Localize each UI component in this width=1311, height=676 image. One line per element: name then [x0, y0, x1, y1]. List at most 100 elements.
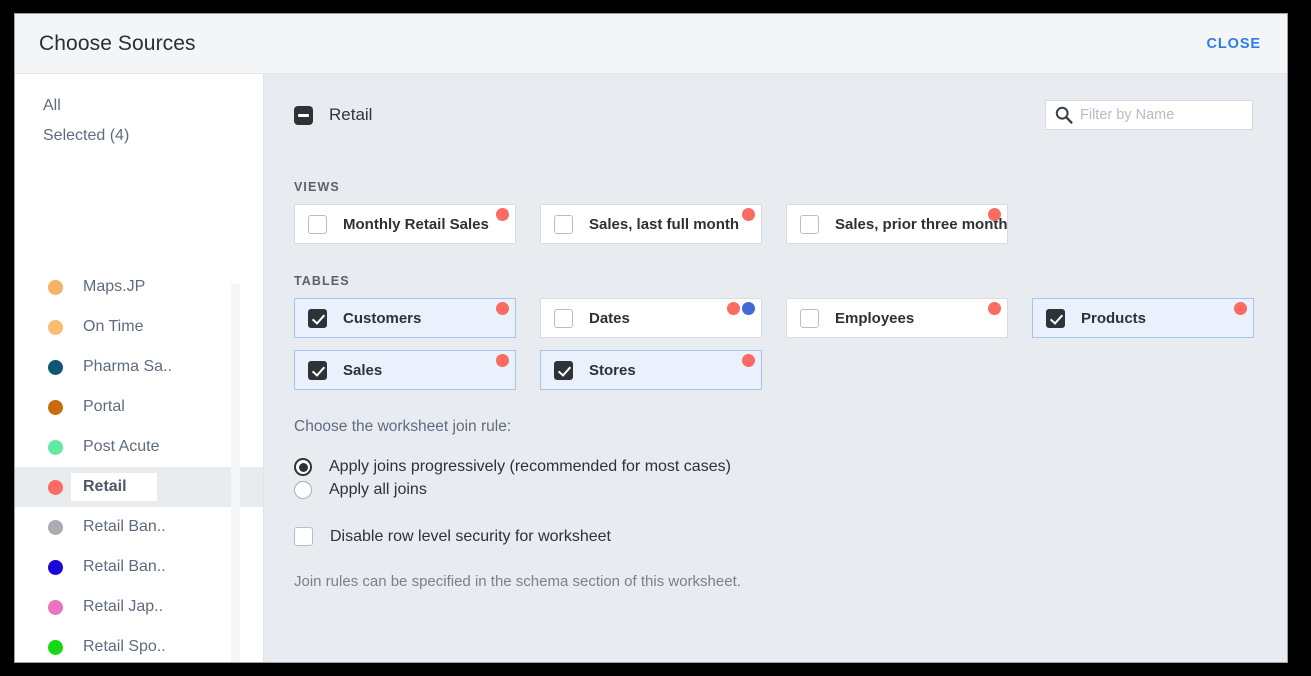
card-checkbox[interactable] — [800, 215, 819, 234]
sidebar-item-maps-jp[interactable]: Maps.JP — [15, 267, 263, 307]
card-source-dots — [1234, 302, 1247, 315]
join-option-all[interactable]: Apply all joins — [294, 481, 1287, 499]
source-color-dot — [48, 400, 63, 415]
card-checkbox[interactable] — [308, 215, 327, 234]
card-source-dots — [742, 208, 755, 221]
sidebar-item-retail-ban[interactable]: Retail Ban.. — [15, 507, 263, 547]
card-source-dots — [496, 354, 509, 367]
join-option-progressive-label: Apply joins progressively (recommended f… — [329, 458, 731, 476]
filter-box — [1045, 100, 1253, 130]
card-label: Products — [1081, 310, 1146, 327]
card-label: Customers — [343, 310, 421, 327]
views-section-label: VIEWS — [294, 180, 1287, 194]
view-card[interactable]: Monthly Retail Sales — [294, 204, 516, 244]
source-color-dot — [988, 208, 1001, 221]
source-color-dot — [742, 302, 755, 315]
source-color-dot — [742, 354, 755, 367]
disable-rls-checkbox[interactable] — [294, 527, 313, 546]
view-card[interactable]: Sales, prior three months — [786, 204, 1008, 244]
source-color-dot — [496, 302, 509, 315]
source-color-dot — [742, 208, 755, 221]
table-card[interactable]: Stores — [540, 350, 762, 390]
sidebar-item-label: Portal — [83, 398, 125, 416]
radio-all-joins[interactable] — [294, 481, 312, 499]
database-checkbox-indeterminate[interactable] — [294, 106, 313, 125]
source-color-dot — [48, 560, 63, 575]
source-color-dot — [988, 302, 1001, 315]
card-source-dots — [742, 354, 755, 367]
disable-rls-row[interactable]: Disable row level security for worksheet — [294, 527, 1287, 546]
sidebar-item-label: Retail Jap.. — [83, 598, 163, 616]
source-color-dot — [496, 208, 509, 221]
sidebar-item-portal[interactable]: Portal — [15, 387, 263, 427]
filter-input[interactable] — [1078, 101, 1248, 129]
source-color-dot — [727, 302, 740, 315]
card-label: Stores — [589, 362, 636, 379]
source-list: Maps.JP On Time Pharma Sa.. Portal Post Acut… — [15, 267, 263, 662]
source-color-dot — [48, 640, 63, 655]
table-card[interactable]: Products — [1032, 298, 1254, 338]
sidebar-item-label: Retail — [71, 473, 157, 501]
source-color-dot — [48, 360, 63, 375]
sidebar-item-label: Pharma Sa.. — [83, 358, 172, 376]
card-label: Sales, prior three months — [835, 216, 1008, 233]
disable-rls-label: Disable row level security for worksheet — [330, 528, 611, 546]
sources-main-panel: Retail VIEWS Monthly Retail Sales Sales, … — [263, 74, 1287, 662]
source-color-dot — [48, 520, 63, 535]
sidebar-item-on-time[interactable]: On Time — [15, 307, 263, 347]
join-rules-note: Join rules can be specified in the schem… — [294, 573, 1287, 590]
card-checkbox[interactable] — [1046, 309, 1065, 328]
sidebar-item-retail-spo[interactable]: Retail Spo.. — [15, 627, 263, 662]
card-checkbox[interactable] — [800, 309, 819, 328]
sidebar-item-post-acute[interactable]: Post Acute — [15, 427, 263, 467]
table-card[interactable]: Employees — [786, 298, 1008, 338]
table-card[interactable]: Customers — [294, 298, 516, 338]
source-color-dot — [1234, 302, 1247, 315]
dialog-body: All Selected (4) Maps.JP On Time Pharma Sa… — [15, 74, 1287, 662]
database-header[interactable]: Retail — [294, 105, 372, 125]
source-color-dot — [48, 280, 63, 295]
card-source-dots — [496, 208, 509, 221]
source-color-dot — [48, 600, 63, 615]
card-label: Monthly Retail Sales — [343, 216, 489, 233]
search-icon — [1054, 105, 1074, 125]
sidebar-scrollbar-track[interactable] — [231, 284, 240, 662]
view-card[interactable]: Sales, last full month — [540, 204, 762, 244]
card-source-dots — [988, 302, 1001, 315]
sidebar-item-label: Retail Ban.. — [83, 558, 166, 576]
table-card[interactable]: Dates — [540, 298, 762, 338]
join-option-all-label: Apply all joins — [329, 481, 427, 499]
sources-sidebar: All Selected (4) Maps.JP On Time Pharma Sa… — [15, 74, 263, 662]
page-title: Choose Sources — [39, 32, 196, 56]
card-checkbox[interactable] — [308, 309, 327, 328]
sidebar-item-retail[interactable]: Retail — [15, 467, 263, 507]
source-color-dot — [48, 320, 63, 335]
card-label: Dates — [589, 310, 630, 327]
sidebar-item-retail-jap[interactable]: Retail Jap.. — [15, 587, 263, 627]
source-color-dot — [48, 480, 63, 495]
sidebar-filter-all[interactable]: All — [15, 97, 263, 115]
tables-section-label: TABLES — [294, 274, 1287, 288]
card-checkbox[interactable] — [554, 309, 573, 328]
table-card[interactable]: Sales — [294, 350, 516, 390]
sidebar-item-label: On Time — [83, 318, 143, 336]
sidebar-item-retail-ban[interactable]: Retail Ban.. — [15, 547, 263, 587]
choose-sources-dialog: Choose Sources CLOSE All Selected (4) Ma… — [14, 13, 1288, 663]
card-label: Sales, last full month — [589, 216, 739, 233]
sidebar-item-pharma-sa[interactable]: Pharma Sa.. — [15, 347, 263, 387]
card-checkbox[interactable] — [308, 361, 327, 380]
views-card-grid: Monthly Retail Sales Sales, last full mon… — [294, 204, 1287, 244]
sidebar-filter-selected[interactable]: Selected (4) — [15, 127, 263, 145]
radio-progressive[interactable] — [294, 458, 312, 476]
close-button[interactable]: CLOSE — [1207, 36, 1261, 52]
join-option-progressive[interactable]: Apply joins progressively (recommended f… — [294, 458, 1287, 476]
source-color-dot — [496, 354, 509, 367]
dialog-header: Choose Sources CLOSE — [15, 14, 1287, 74]
source-color-dot — [48, 440, 63, 455]
sidebar-item-label: Retail Ban.. — [83, 518, 166, 536]
card-checkbox[interactable] — [554, 361, 573, 380]
database-name: Retail — [329, 105, 372, 125]
card-label: Employees — [835, 310, 914, 327]
card-checkbox[interactable] — [554, 215, 573, 234]
join-rule-prompt: Choose the worksheet join rule: — [294, 418, 1287, 436]
